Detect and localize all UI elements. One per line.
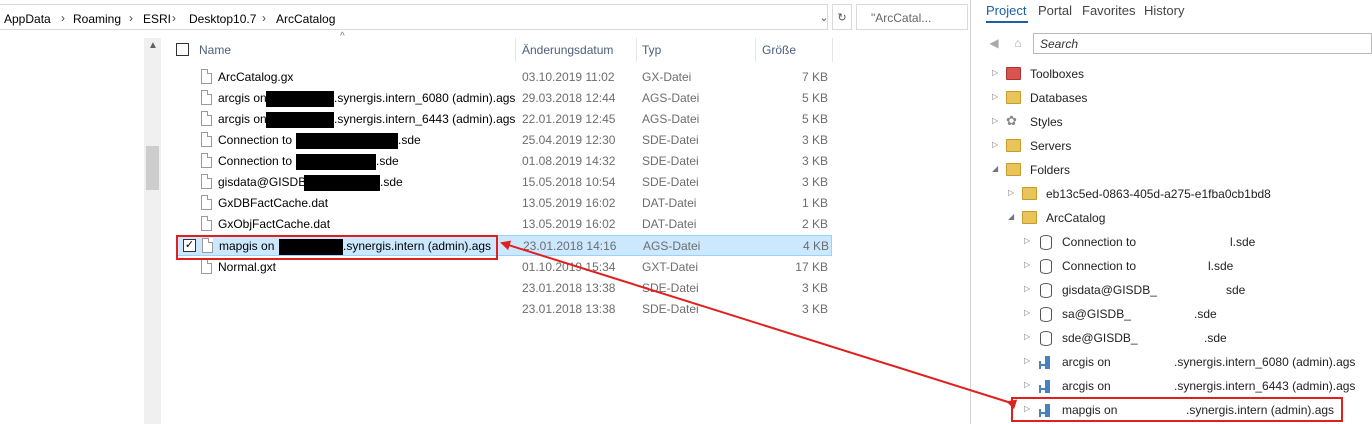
annotation-arrows <box>500 240 1018 410</box>
double-arrow <box>500 240 1018 410</box>
